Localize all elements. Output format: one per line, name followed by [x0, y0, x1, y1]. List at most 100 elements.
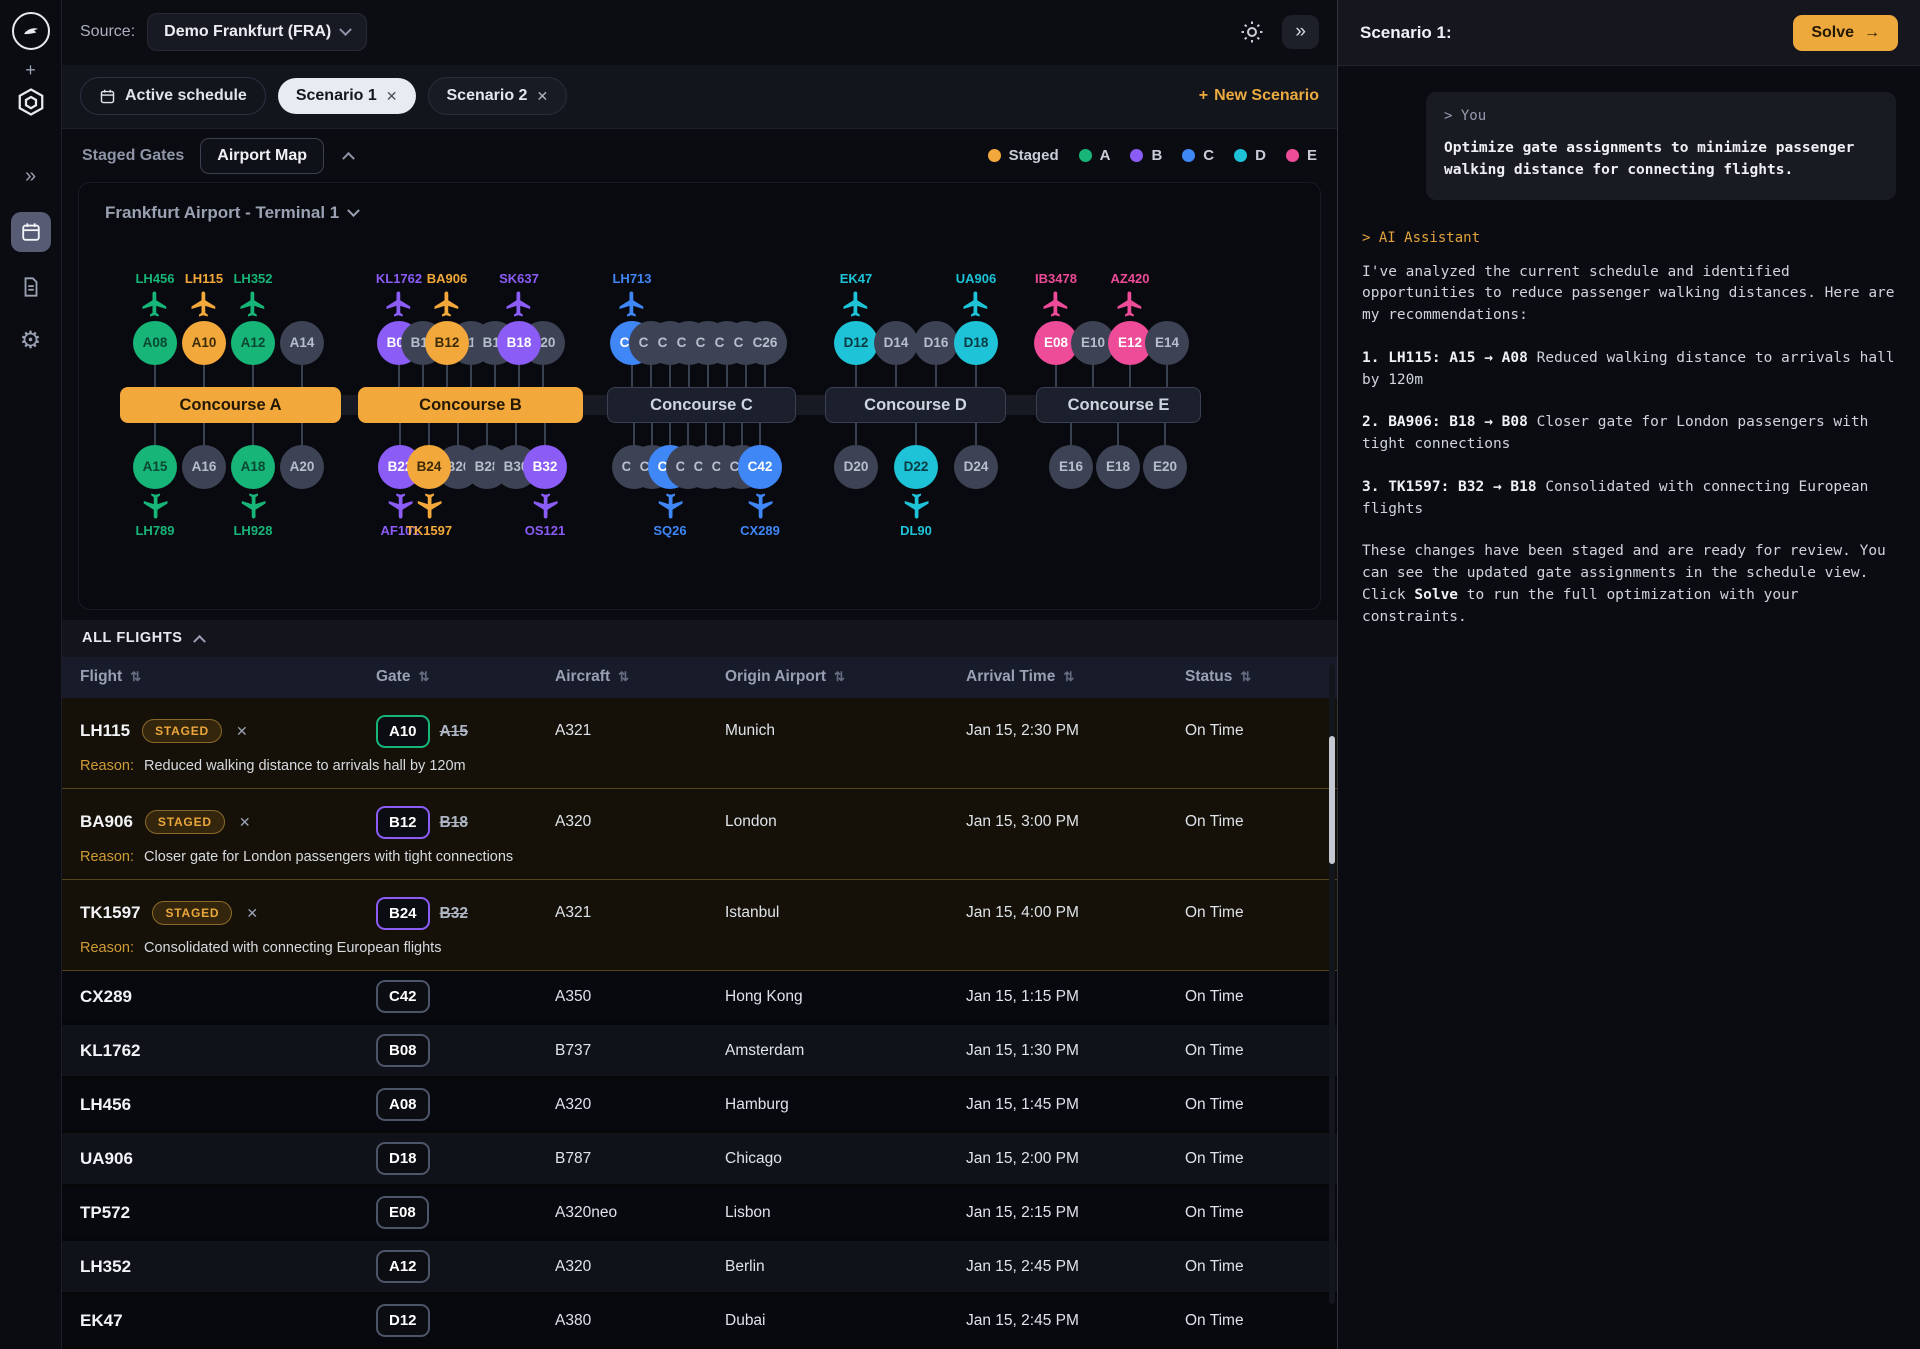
column-header-aircraft[interactable]: Aircraft⇅	[555, 668, 725, 686]
gate-node[interactable]: A12	[231, 321, 275, 365]
settings-gear-icon[interactable]: ⚙	[20, 326, 42, 355]
gate-node[interactable]: D24	[954, 445, 998, 489]
table-row[interactable]: LH352A12A320BerlinJan 15, 2:45 PMOn Time	[62, 1241, 1337, 1295]
table-row[interactable]: EK47D12A380DubaiJan 15, 2:45 PMOn Time	[62, 1295, 1337, 1349]
tab-scenario-1[interactable]: Scenario 1 ✕	[278, 78, 416, 114]
gate-stem	[855, 365, 857, 387]
gate-stem	[515, 423, 517, 445]
column-header-origin-airport[interactable]: Origin Airport⇅	[725, 668, 966, 686]
gate-node[interactable]: E18	[1096, 445, 1140, 489]
gate-node[interactable]: A20	[280, 445, 324, 489]
column-header-gate[interactable]: Gate⇅	[376, 668, 555, 686]
gate-node[interactable]: C42	[738, 445, 782, 489]
flights-document-icon[interactable]	[20, 276, 42, 298]
table-row[interactable]: BA906STAGED✕B12B18A320LondonJan 15, 3:00…	[62, 789, 1337, 847]
gate-node[interactable]: A08	[133, 321, 177, 365]
gate-node[interactable]: E20	[1143, 445, 1187, 489]
chevron-up-icon	[193, 635, 206, 648]
gate-stem	[975, 423, 977, 445]
flight-number: BA906	[80, 812, 133, 832]
gate-node[interactable]: A10	[182, 321, 226, 365]
scenario-hexagon-icon[interactable]	[16, 87, 46, 117]
close-icon[interactable]: ✕	[536, 88, 548, 105]
solve-button[interactable]: Solve →	[1793, 15, 1898, 51]
column-header-status[interactable]: Status⇅	[1185, 668, 1337, 686]
gate-stem	[203, 423, 205, 445]
collapse-map-button[interactable]	[344, 147, 353, 165]
gate-node[interactable]: B18	[497, 321, 541, 365]
close-icon[interactable]: ✕	[386, 88, 398, 105]
gate-node[interactable]: E14	[1145, 321, 1189, 365]
gate-chip[interactable]: B08	[376, 1034, 430, 1067]
gate-cell: B24B32	[376, 897, 555, 930]
gate-node[interactable]: D12	[834, 321, 878, 365]
airport-map-toggle[interactable]: Airport Map	[200, 138, 324, 174]
legend-dot	[1182, 149, 1195, 162]
expand-chevrons-icon[interactable]: »	[25, 165, 36, 188]
origin-cell: Lisbon	[725, 1204, 966, 1222]
gate-node[interactable]: D18	[954, 321, 998, 365]
unstage-close-icon[interactable]: ✕	[246, 905, 258, 922]
gate-node[interactable]: A18	[231, 445, 275, 489]
gate-chip[interactable]: B12	[376, 806, 430, 839]
gate-chip[interactable]: A08	[376, 1088, 430, 1121]
gate-cell: C42	[376, 980, 555, 1013]
gate-chip[interactable]: A12	[376, 1250, 430, 1283]
column-header-arrival-time[interactable]: Arrival Time⇅	[966, 668, 1185, 686]
table-row[interactable]: LH115STAGED✕A10A15A321MunichJan 15, 2:30…	[62, 698, 1337, 756]
new-scenario-button[interactable]: + New Scenario	[1199, 87, 1319, 105]
tab-scenario-2[interactable]: Scenario 2 ✕	[428, 77, 568, 115]
gate-node[interactable]: D14	[874, 321, 918, 365]
table-row[interactable]: UA906D18B787ChicagoJan 15, 2:00 PMOn Tim…	[62, 1133, 1337, 1187]
unstage-close-icon[interactable]: ✕	[239, 814, 251, 831]
flight-number: TP572	[80, 1203, 130, 1223]
gate-node[interactable]: E16	[1049, 445, 1093, 489]
source-select[interactable]: Demo Frankfurt (FRA)	[147, 13, 367, 51]
sort-icon: ⇅	[130, 669, 141, 685]
gate-node[interactable]: D16	[914, 321, 958, 365]
flight-label: EK47	[840, 271, 873, 286]
collapse-panel-button[interactable]: »	[1282, 15, 1319, 49]
flight-label: DL90	[900, 523, 932, 538]
gate-chip[interactable]: D18	[376, 1142, 430, 1175]
column-header-flight[interactable]: Flight⇅	[80, 668, 376, 686]
gate-chip[interactable]: B24	[376, 897, 430, 930]
gate-stem	[1117, 423, 1119, 445]
table-row[interactable]: LH456A08A320HamburgJan 15, 1:45 PMOn Tim…	[62, 1079, 1337, 1133]
gate-node[interactable]: A14	[280, 321, 324, 365]
gate-chip[interactable]: C42	[376, 980, 430, 1013]
table-row[interactable]: TK1597STAGED✕B24B32A321IstanbulJan 15, 4…	[62, 880, 1337, 938]
gate-node[interactable]: A16	[182, 445, 226, 489]
gate-unit: E18	[1096, 423, 1140, 545]
gate-node[interactable]: D22	[894, 445, 938, 489]
staged-gates-toggle[interactable]: Staged Gates	[82, 147, 184, 165]
gate-node[interactable]: A15	[133, 445, 177, 489]
gate-node[interactable]: B32	[523, 445, 567, 489]
table-header-row: Flight⇅Gate⇅Aircraft⇅Origin Airport⇅Arri…	[62, 657, 1337, 698]
scenario-tabs: Active schedule Scenario 1 ✕ Scenario 2 …	[62, 65, 1337, 130]
gate-node[interactable]: B12	[425, 321, 469, 365]
schedule-calendar-icon[interactable]	[11, 212, 51, 252]
table-row[interactable]: CX289C42A350Hong KongJan 15, 1:15 PMOn T…	[62, 971, 1337, 1025]
gate-chip[interactable]: D12	[376, 1304, 430, 1337]
table-row[interactable]: TP572E08A320neoLisbonJan 15, 2:15 PMOn T…	[62, 1187, 1337, 1241]
gate-node[interactable]: D20	[834, 445, 878, 489]
theme-toggle-sun-icon[interactable]	[1240, 20, 1264, 44]
airline-logo-icon[interactable]	[12, 12, 50, 50]
gate-cell: B12B18	[376, 806, 555, 839]
flight-label: TK1597	[406, 523, 452, 538]
terminal-selector[interactable]: Frankfurt Airport - Terminal 1	[87, 197, 1312, 223]
all-flights-header[interactable]: ALL FLIGHTS	[62, 620, 1337, 657]
column-label: Gate	[376, 668, 410, 686]
gate-chip[interactable]: A10	[376, 715, 430, 748]
gate-chip[interactable]: E08	[376, 1196, 429, 1229]
gate-node[interactable]: B24	[407, 445, 451, 489]
gate-node[interactable]: C26	[743, 321, 787, 365]
main-content: Source: Demo Frankfurt (FRA) »	[62, 0, 1337, 1349]
tab-active-schedule[interactable]: Active schedule	[80, 77, 266, 115]
table-row[interactable]: KL1762B08B737AmsterdamJan 15, 1:30 PMOn …	[62, 1025, 1337, 1079]
table-scrollbar[interactable]	[1329, 736, 1335, 864]
old-gate: A15	[440, 723, 468, 740]
unstage-close-icon[interactable]: ✕	[236, 723, 248, 740]
add-icon[interactable]: +	[25, 60, 36, 81]
